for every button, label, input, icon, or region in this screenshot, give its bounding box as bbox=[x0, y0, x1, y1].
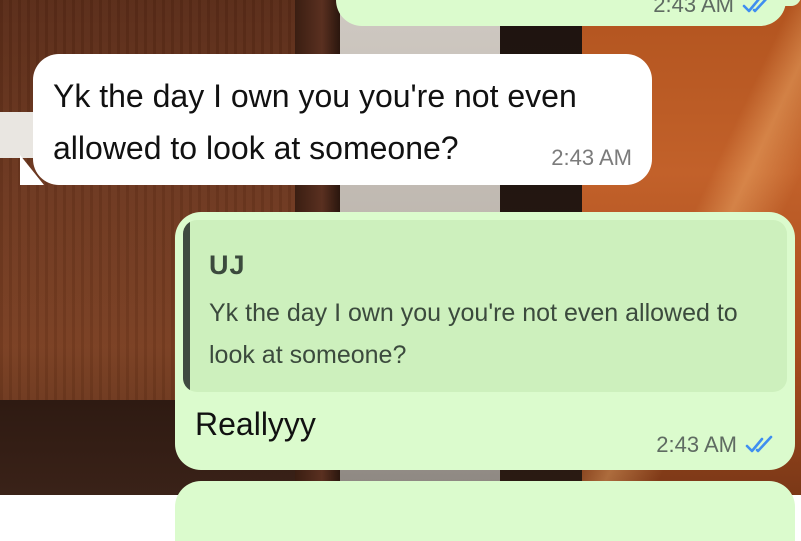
message-time: 2:43 AM bbox=[653, 0, 734, 17]
quote-text: Yk the day I own you you're not even all… bbox=[209, 299, 738, 369]
sent-reply-bubble[interactable]: UJ Yk the day I own you you're not even … bbox=[175, 212, 795, 470]
sent-message-bubble[interactable] bbox=[175, 481, 795, 541]
message-meta: 2:43 AM bbox=[656, 432, 775, 458]
message-time: 2:43 AM bbox=[551, 145, 632, 170]
message-time: 2:43 AM bbox=[656, 432, 737, 457]
double-check-read-icon bbox=[742, 0, 767, 13]
quoted-message[interactable]: UJ Yk the day I own you you're not even … bbox=[183, 220, 787, 392]
double-check-read-icon bbox=[745, 435, 773, 453]
sent-message-bubble[interactable]: 2:43 AM bbox=[336, 0, 786, 26]
received-message-bubble[interactable]: Yk the day I own you you're not even all… bbox=[33, 54, 652, 185]
message-meta: 2:43 AM bbox=[653, 0, 772, 18]
quote-accent-bar bbox=[183, 220, 190, 392]
message-text: Reallyyy bbox=[195, 406, 316, 442]
quote-author: UJ bbox=[209, 250, 246, 280]
